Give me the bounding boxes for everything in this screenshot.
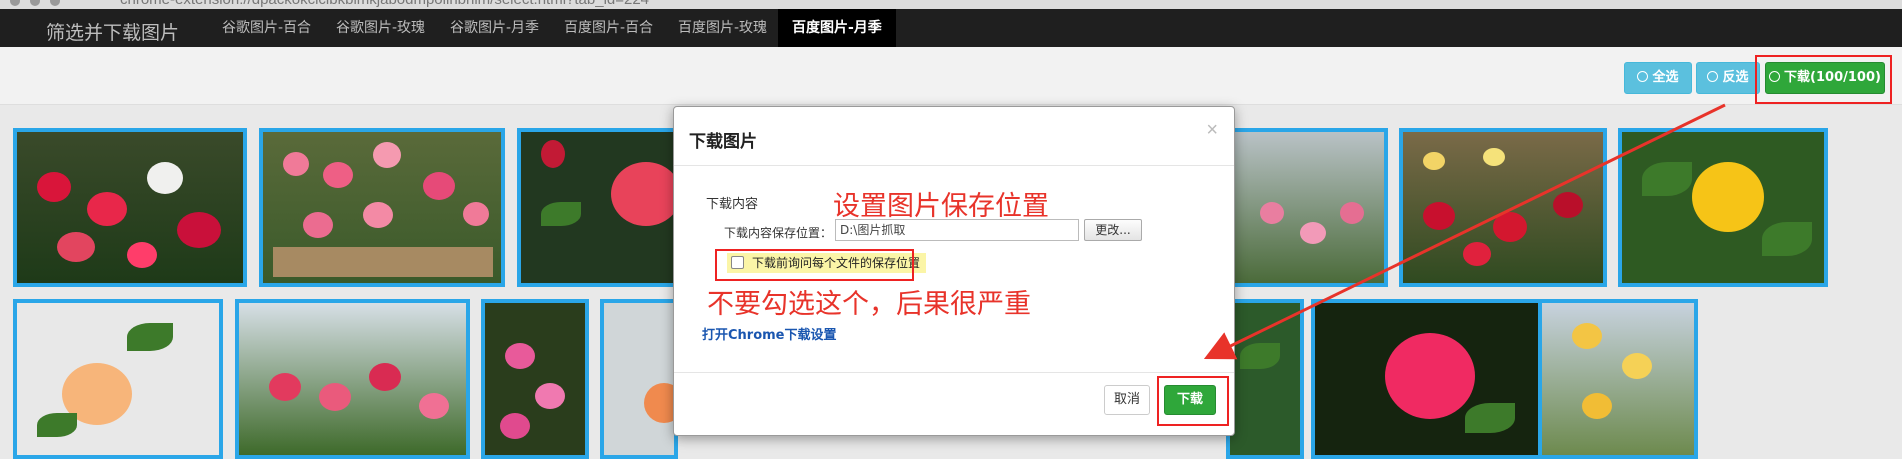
invert-selection-button[interactable]: 反选	[1696, 62, 1760, 94]
tab-google-chinarose[interactable]: 谷歌图片-月季	[436, 9, 553, 47]
address-bar[interactable]: chrome-extension://dpackokcicibkblmkjabo…	[120, 0, 649, 8]
image-thumb[interactable]	[235, 299, 470, 459]
tab-google-rose[interactable]: 谷歌图片-玫瑰	[322, 9, 439, 47]
annotation-set-path: 设置图片保存位置	[833, 191, 1049, 222]
tab-google-lily[interactable]: 谷歌图片-百合	[208, 9, 325, 47]
image-thumb[interactable]	[600, 299, 678, 459]
image-thumb[interactable]	[1226, 128, 1388, 287]
annotation-warning: 不要勾选这个，后果很严重	[707, 289, 1031, 320]
close-icon[interactable]: ×	[1206, 119, 1218, 142]
tab-baidu-rose[interactable]: 百度图片-玫瑰	[664, 9, 781, 47]
image-thumb[interactable]	[13, 128, 247, 287]
app-brand: 筛选并下载图片	[46, 22, 180, 44]
annotation-highlight-download	[1755, 55, 1892, 104]
circle-icon	[1707, 71, 1719, 82]
section-label: 下载内容	[706, 197, 759, 212]
save-path-label: 下载内容保存位置：	[724, 226, 833, 240]
image-thumb[interactable]	[13, 299, 223, 459]
divider	[674, 372, 1234, 373]
image-thumb[interactable]	[1618, 128, 1828, 287]
image-thumb[interactable]	[259, 128, 505, 287]
forward-icon[interactable]	[30, 0, 40, 6]
back-icon[interactable]	[10, 0, 20, 6]
annotation-highlight-checkbox	[715, 249, 914, 281]
tab-baidu-chinarose[interactable]: 百度图片-月季	[778, 9, 896, 47]
change-path-button[interactable]: 更改...	[1084, 219, 1142, 241]
toolbar: 全选 反选 下载(100/100)	[0, 47, 1902, 105]
image-thumb[interactable]	[1311, 299, 1543, 459]
image-thumb[interactable]	[1226, 299, 1304, 459]
divider	[674, 165, 1234, 166]
top-navbar: 筛选并下载图片 谷歌图片-百合 谷歌图片-玫瑰 谷歌图片-月季 百度图片-百合 …	[0, 9, 1902, 47]
image-thumb[interactable]	[1399, 128, 1607, 287]
select-all-button[interactable]: 全选	[1624, 62, 1692, 94]
tab-baidu-lily[interactable]: 百度图片-百合	[550, 9, 667, 47]
annotation-highlight-download-button	[1157, 376, 1229, 426]
image-thumb[interactable]	[517, 128, 677, 287]
reload-icon[interactable]	[50, 0, 60, 6]
image-thumb[interactable]	[1538, 299, 1698, 459]
cancel-button[interactable]: 取消	[1104, 385, 1150, 415]
check-circle-icon	[1637, 71, 1649, 82]
image-thumb[interactable]	[481, 299, 589, 459]
dialog-title: 下载图片	[689, 132, 757, 152]
open-chrome-download-settings-link[interactable]: 打开Chrome下载设置	[702, 324, 837, 343]
